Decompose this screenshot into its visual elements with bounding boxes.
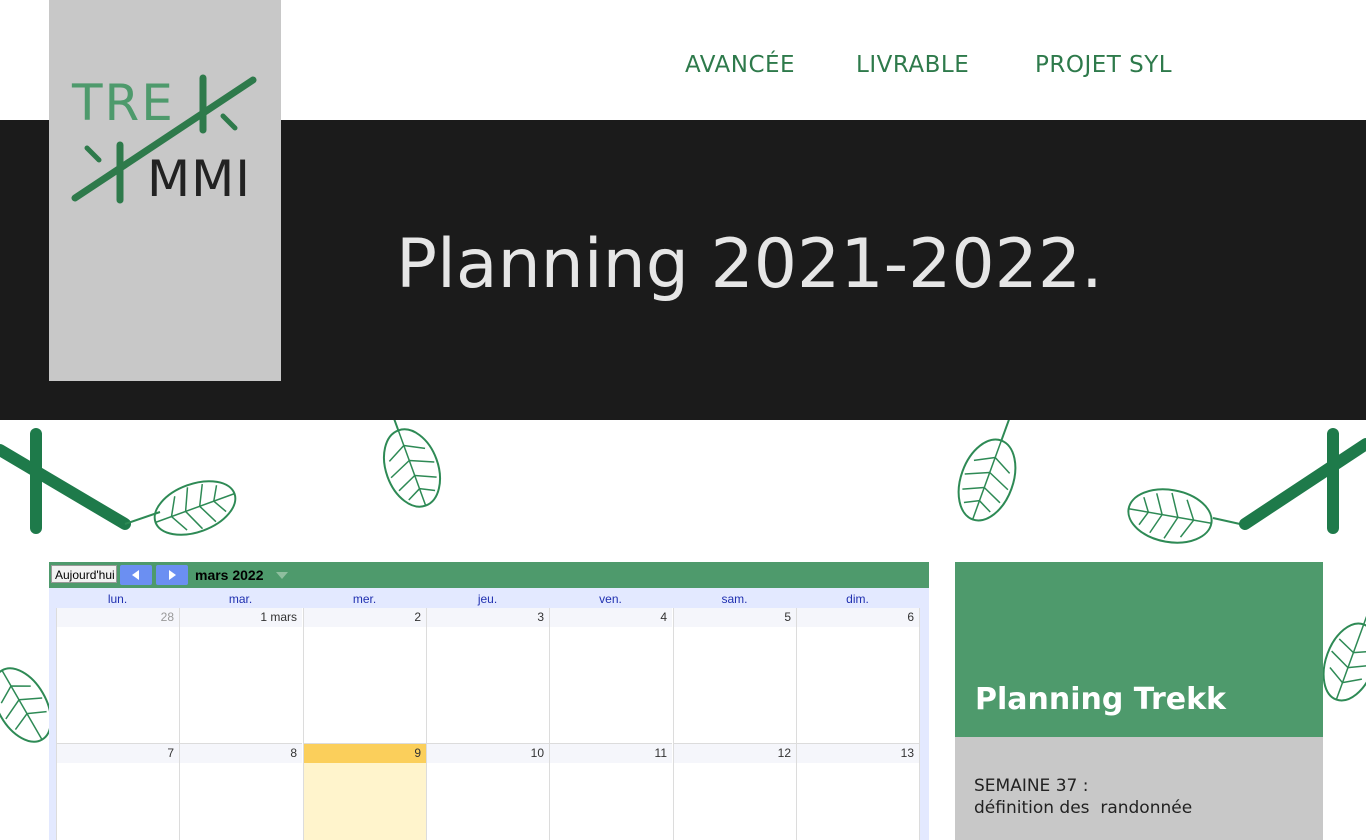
side-panel-body: SEMAINE 37 : définition des randonnée (955, 737, 1323, 840)
day-number: 5 (674, 608, 796, 627)
day-number: 7 (57, 744, 179, 763)
day-cell[interactable]: 11 (549, 744, 672, 840)
side-panel-header: Planning Trekk (955, 562, 1323, 737)
branch-right-icon (1212, 428, 1366, 534)
previous-month-button[interactable] (120, 565, 152, 585)
logo-k-arm-icon (220, 113, 238, 131)
branch-left-icon (0, 428, 161, 534)
leaf-icon (382, 420, 442, 508)
calendar-grid: 28 1 mars 2 3 4 5 6 7 8 9 10 11 12 13 (56, 608, 920, 840)
leaf-icon (957, 420, 1017, 522)
nav-link-livrable[interactable]: LIVRABLE (856, 52, 969, 78)
chevron-right-icon (169, 570, 176, 580)
week-label: SEMAINE 37 : (974, 776, 1089, 796)
decorative-leaves (0, 420, 1366, 544)
day-number: 28 (57, 608, 179, 627)
weekday-header-lun: lun. (107, 592, 128, 606)
trek-mmi-logo: TRE MMI (71, 74, 257, 208)
calendar-toolbar: Aujourd'hui mars 2022 (49, 562, 929, 588)
day-cell[interactable]: 28 (56, 608, 179, 744)
day-cell[interactable]: 4 (549, 608, 672, 744)
page: AVANCÉE LIVRABLE PROJET SYL Planning 202… (0, 0, 1366, 840)
weekday-header-mer: mer. (352, 592, 377, 606)
day-number: 6 (797, 608, 919, 627)
logo-container[interactable]: TRE MMI (49, 0, 281, 381)
leaf-icon (153, 480, 237, 536)
day-number: 8 (180, 744, 302, 763)
weekday-header-sam: sam. (721, 592, 748, 606)
logo-x-arm-icon (84, 145, 102, 163)
logo-text-tre: TRE (71, 74, 175, 132)
day-cell[interactable]: 7 (56, 744, 179, 840)
nav-link-projet-syl[interactable]: PROJET SYL (1035, 52, 1172, 78)
day-cell[interactable]: 13 (796, 744, 920, 840)
weekday-header-mar: mar. (228, 592, 253, 606)
today-button[interactable]: Aujourd'hui (51, 565, 117, 583)
day-number: 4 (550, 608, 672, 627)
day-number: 2 (304, 608, 426, 627)
day-number: 12 (674, 744, 796, 763)
day-number: 1 mars (180, 608, 302, 627)
day-cell-today[interactable]: 9 (303, 744, 426, 840)
day-number: 13 (797, 744, 919, 763)
side-panel-title: Planning Trekk (975, 682, 1227, 717)
logo-text-mmi: MMI (147, 150, 251, 208)
day-cell[interactable]: 3 (426, 608, 549, 744)
chevron-left-icon (132, 570, 139, 580)
weekday-header-dim: dim. (846, 592, 869, 606)
day-cell[interactable]: 5 (673, 608, 796, 744)
leaf-icon (1127, 488, 1213, 544)
leaf-edge-right-icon (1322, 605, 1366, 702)
day-cell[interactable]: 12 (673, 744, 796, 840)
week-description: définition des randonnée (974, 798, 1193, 818)
weekday-header-ven: ven. (599, 592, 622, 606)
day-number: 3 (427, 608, 549, 627)
day-number: 11 (550, 744, 672, 763)
nav-link-avancee[interactable]: AVANCÉE (685, 52, 795, 78)
current-month-label[interactable]: mars 2022 (195, 567, 264, 583)
day-number: 9 (304, 744, 426, 763)
calendar-widget: Aujourd'hui mars 2022 lun. mar. mer. jeu… (49, 562, 929, 840)
day-cell[interactable]: 1 mars (179, 608, 302, 744)
page-title: Planning 2021-2022. (396, 225, 1103, 304)
planning-side-panel: Planning Trekk SEMAINE 37 : définition d… (955, 562, 1323, 840)
week-info: SEMAINE 37 : définition des randonnée (974, 775, 1192, 819)
day-cell[interactable]: 10 (426, 744, 549, 840)
weekday-header-jeu: jeu. (477, 592, 498, 606)
day-cell[interactable]: 2 (303, 608, 426, 744)
day-number: 10 (427, 744, 549, 763)
next-month-button[interactable] (156, 565, 188, 585)
month-dropdown-icon[interactable] (276, 572, 288, 579)
day-cell[interactable]: 6 (796, 608, 920, 744)
day-cell[interactable]: 8 (179, 744, 302, 840)
calendar-grid-frame: lun. mar. mer. jeu. ven. sam. dim. 28 1 … (49, 588, 929, 840)
